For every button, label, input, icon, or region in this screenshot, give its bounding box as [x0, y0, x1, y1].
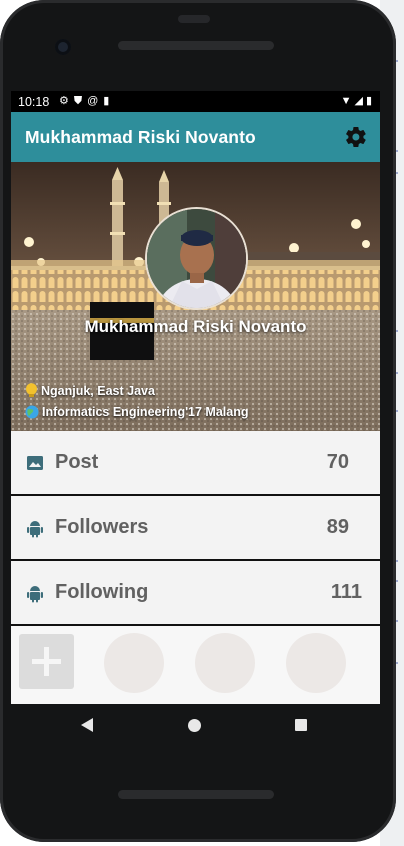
- home-circle-icon[interactable]: [188, 719, 201, 732]
- wifi-icon: ▼: [340, 95, 352, 107]
- status-time: 10:18: [18, 95, 50, 109]
- stat-label-post: Post: [55, 451, 99, 473]
- app-screen: 10:18 ⚙ ⛊ @ ▮ ▼ ◢ ▮ Mukhammad Riski Nova…: [11, 91, 380, 704]
- profile-name: Mukhammad Riski Novanto: [84, 317, 307, 336]
- globe-icon: [25, 405, 39, 419]
- phone-frame: 10:18 ⚙ ⛊ @ ▮ ▼ ◢ ▮ Mukhammad Riski Nova…: [0, 0, 396, 842]
- at-sign-icon: @: [87, 95, 99, 107]
- back-triangle-icon[interactable]: [81, 718, 93, 732]
- gear-icon: ⚙: [59, 95, 69, 107]
- stat-row-post[interactable]: Post 70: [11, 431, 380, 496]
- sd-card-icon: ▮: [103, 95, 110, 107]
- phone-notch: [178, 15, 210, 23]
- android-icon: [27, 521, 43, 538]
- image-icon: [27, 456, 43, 470]
- status-icons-right: ▼ ◢ ▮: [341, 95, 372, 108]
- recents-square-icon[interactable]: [295, 719, 307, 731]
- stat-value-followers: 89: [326, 516, 349, 538]
- front-camera: [55, 39, 71, 55]
- stat-label-followers: Followers: [55, 516, 149, 538]
- stat-value-post: 70: [326, 451, 349, 473]
- bottom-speaker: [118, 790, 274, 799]
- stat-row-following[interactable]: Following 111: [11, 561, 380, 626]
- stat-value-following: 111: [330, 581, 362, 603]
- app-bar: Mukhammad Riski Novanto: [11, 112, 380, 162]
- avatar[interactable]: [145, 207, 248, 310]
- shield-icon: ⛊: [73, 95, 83, 107]
- profile-header-image: Mukhammad Riski Novanto Nganjuk, East Ja…: [11, 162, 380, 431]
- signal-icon: ◢: [354, 95, 363, 107]
- photo-placeholder[interactable]: [195, 633, 255, 693]
- photo-placeholder[interactable]: [286, 633, 346, 693]
- settings-button[interactable]: [344, 125, 368, 149]
- photo-placeholder[interactable]: [104, 633, 164, 693]
- stat-label-following: Following: [55, 581, 149, 603]
- education-row: Informatics Engineering'17 Malang: [25, 405, 249, 419]
- location-text: Nganjuk, East Java: [41, 383, 155, 398]
- app-title: Mukhammad Riski Novanto: [25, 127, 256, 147]
- status-bar: 10:18 ⚙ ⛊ @ ▮ ▼ ◢ ▮: [11, 91, 380, 112]
- plus-icon[interactable]: [19, 634, 74, 689]
- lightbulb-icon: [25, 383, 38, 398]
- education-text: Informatics Engineering'17 Malang: [42, 405, 249, 419]
- stat-row-followers[interactable]: Followers 89: [11, 496, 380, 561]
- battery-icon: ▮: [365, 95, 372, 107]
- top-speaker: [118, 41, 274, 50]
- location-row: Nganjuk, East Java: [25, 383, 155, 398]
- gear-icon: [346, 126, 366, 148]
- avatar-photo: [147, 209, 246, 308]
- status-icons-left: ⚙ ⛊ @ ▮: [59, 95, 109, 108]
- photo-strip: [11, 626, 380, 704]
- system-nav-bar: [0, 704, 396, 748]
- android-icon: [27, 586, 43, 603]
